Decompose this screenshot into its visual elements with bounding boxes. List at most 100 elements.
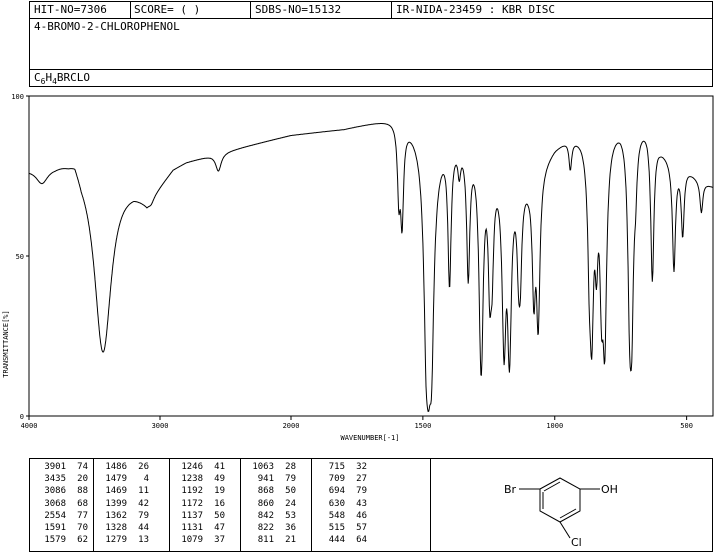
hit-number: HIT-NO=7306 [34,3,107,16]
peak-transmittance: 20 [77,474,88,485]
peak-wavenumber: 1479 [105,474,127,485]
peak-transmittance: 44 [138,523,149,533]
peak-wavenumber: 715 [328,462,345,472]
peak-row: 694 79 [315,486,367,497]
plot-frame [28,95,714,417]
peak-transmittance: 46 [356,510,367,521]
peak-transmittance: 16 [214,498,225,509]
peak-row: 868 50 [244,486,296,497]
molecular-formula: C6H4BRCLO [34,71,90,86]
peak-row: 444 64 [315,535,367,546]
x-tick-label: 500 [680,422,693,430]
peak-wavenumber: 1279 [105,535,127,546]
peak-row: 715 32 [315,462,367,473]
peak-transmittance: 41 [214,462,225,472]
peak-row: 1479 4 [97,474,149,485]
peak-transmittance: 27 [356,474,367,485]
peak-wavenumber: 709 [328,474,345,485]
peak-wavenumber: 1137 [181,510,203,521]
peak-wavenumber: 3901 [44,462,66,472]
peak-row: 941 79 [244,474,296,485]
peak-wavenumber: 3086 [44,486,66,497]
ir-info: IR-NIDA-23459 : KBR DISC [396,3,555,16]
peak-row: 1399 42 [97,499,149,510]
peak-transmittance: 79 [138,510,149,521]
peak-wavenumber: 1399 [105,498,127,509]
chlorine-label: Cl [571,536,582,549]
peak-transmittance: 68 [77,498,88,509]
peak-transmittance: 74 [77,462,88,472]
peak-transmittance: 11 [138,486,149,497]
x-tick-label: 3000 [152,422,169,430]
peak-row: 1246 41 [173,462,225,473]
peak-transmittance: 50 [214,510,225,521]
spectrum-header: HIT-NO=7306 SCORE= ( ) SDBS-NO=15132 IR-… [29,1,713,87]
peak-wavenumber: 515 [328,523,345,533]
peak-row: 3068 68 [36,499,88,510]
peak-wavenumber: 1131 [181,523,203,533]
x-tick-label: 1000 [546,422,563,430]
peak-transmittance: 64 [356,535,367,546]
peak-transmittance: 32 [356,462,367,472]
peak-row: 1579 62 [36,535,88,546]
table-divider [240,459,241,551]
peak-row: 2554 77 [36,511,88,522]
peak-table-panel: 3901 74 3435 20 3086 88 3068 68 2554 77 1591 70 1579… [29,458,713,552]
peak-row: 1172 16 [173,499,225,510]
peak-transmittance: 50 [285,486,296,497]
peak-wavenumber: 842 [257,510,274,521]
peak-transmittance: 42 [138,498,149,509]
peak-row: 1486 26 [97,462,149,473]
peak-transmittance: 88 [77,486,88,497]
y-tick-label: 100 [11,93,24,101]
peak-row: 515 57 [315,523,367,534]
peak-wavenumber: 1362 [105,510,127,521]
peak-row: 1362 79 [97,511,149,522]
peak-transmittance: 24 [285,498,296,509]
table-divider [311,459,312,551]
peak-transmittance: 13 [138,535,149,546]
peak-wavenumber: 1328 [105,523,127,533]
x-tick-label: 4000 [21,422,38,430]
peak-wavenumber: 548 [328,510,345,521]
peak-row: 822 36 [244,523,296,534]
peak-wavenumber: 1591 [44,523,66,533]
peak-transmittance: 21 [285,535,296,546]
peak-transmittance: 26 [138,462,149,472]
peak-wavenumber: 2554 [44,510,66,521]
peak-wavenumber: 3435 [44,474,66,485]
peak-wavenumber: 1079 [181,535,203,546]
peak-wavenumber: 1172 [181,498,203,509]
peak-wavenumber: 694 [328,486,345,497]
sdbs-number: SDBS-NO=15132 [255,3,342,16]
peak-transmittance: 70 [77,523,88,533]
y-tick-label: 0 [20,413,24,421]
peak-wavenumber: 811 [257,535,274,546]
peak-wavenumber: 1469 [105,486,127,497]
peak-row: 3086 88 [36,486,88,497]
peak-wavenumber: 868 [257,486,274,497]
x-axis-label: WAVENUMBER[-1] [340,434,399,442]
peak-wavenumber: 1063 [252,462,274,472]
peak-row: 860 24 [244,499,296,510]
y-tick-label: 50 [16,253,24,261]
peak-row: 1279 13 [97,535,149,546]
peak-row: 1238 49 [173,474,225,485]
peak-row: 3901 74 [36,462,88,473]
peak-transmittance: 28 [285,462,296,472]
peak-transmittance: 57 [356,523,367,533]
peak-row: 1591 70 [36,523,88,534]
peak-wavenumber: 444 [328,535,345,546]
x-tick-label: 2000 [283,422,300,430]
peak-row: 1469 11 [97,486,149,497]
peak-row: 811 21 [244,535,296,546]
table-divider [93,459,94,551]
peak-wavenumber: 1246 [181,462,203,472]
peak-row: 1137 50 [173,511,225,522]
peak-wavenumber: 1192 [181,486,203,497]
peak-transmittance: 79 [356,486,367,497]
peak-transmittance: 47 [214,523,225,533]
peak-wavenumber: 630 [328,498,345,509]
peak-row: 842 53 [244,511,296,522]
divider [30,18,712,19]
